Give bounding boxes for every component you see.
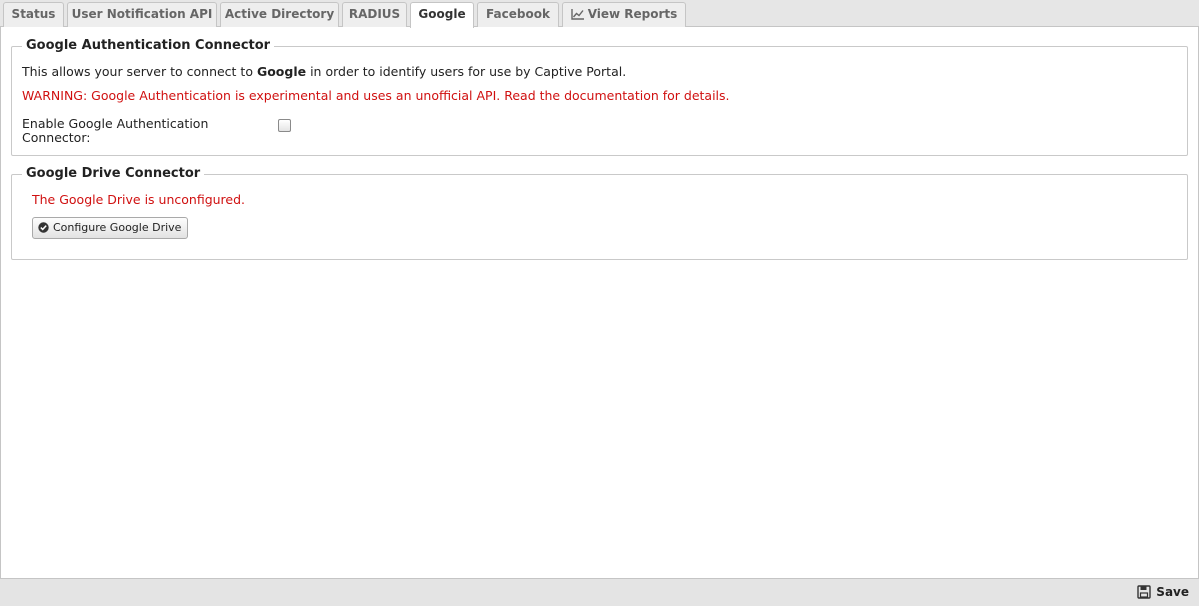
tab-status[interactable]: Status <box>3 2 64 27</box>
save-button[interactable]: Save <box>1137 584 1189 603</box>
google-auth-intro: This allows your server to connect to Go… <box>22 64 626 79</box>
tab-view-reports-label: View Reports <box>587 7 678 21</box>
intro-suffix: in order to identify users for use by Ca… <box>306 64 627 79</box>
enable-label-line2: Connector: <box>22 130 91 145</box>
enable-google-auth-label: Enable Google Authentication Connector: <box>22 117 208 145</box>
configure-google-drive-button[interactable]: Configure Google Drive <box>32 217 189 240</box>
check-circle-icon <box>38 220 49 240</box>
google-drive-status: The Google Drive is unconfigured. <box>32 192 246 207</box>
configure-google-drive-label: Configure Google Drive <box>53 221 182 234</box>
tab-bar: Status User Notification API Active Dire… <box>0 0 1199 28</box>
section-title: Google Authentication Connector <box>22 38 275 54</box>
section-title: Google Drive Connector <box>22 166 205 182</box>
enable-google-auth-checkbox[interactable] <box>278 119 291 132</box>
tab-google[interactable]: Google <box>410 2 474 28</box>
intro-bold: Google <box>256 64 307 79</box>
tab-radius[interactable]: RADIUS <box>342 2 407 27</box>
line-chart-icon <box>570 5 584 27</box>
footer-bar: Save <box>0 578 1199 606</box>
floppy-disk-icon <box>1137 585 1151 603</box>
tab-facebook[interactable]: Facebook <box>477 2 559 27</box>
google-auth-connector-section: Google Authentication Connector This all… <box>11 38 1188 156</box>
google-drive-connector-section: Google Drive Connector The Google Drive … <box>11 166 1188 260</box>
enable-label-line1: Enable Google Authentication <box>22 116 209 131</box>
tab-active-directory[interactable]: Active Directory <box>220 2 339 27</box>
google-auth-warning: WARNING: Google Authentication is experi… <box>22 88 730 103</box>
tab-user-notification-api[interactable]: User Notification API <box>67 2 217 27</box>
intro-prefix: This allows your server to connect to <box>22 64 257 79</box>
save-label: Save <box>1156 585 1189 599</box>
tab-view-reports[interactable]: View Reports <box>562 2 686 27</box>
